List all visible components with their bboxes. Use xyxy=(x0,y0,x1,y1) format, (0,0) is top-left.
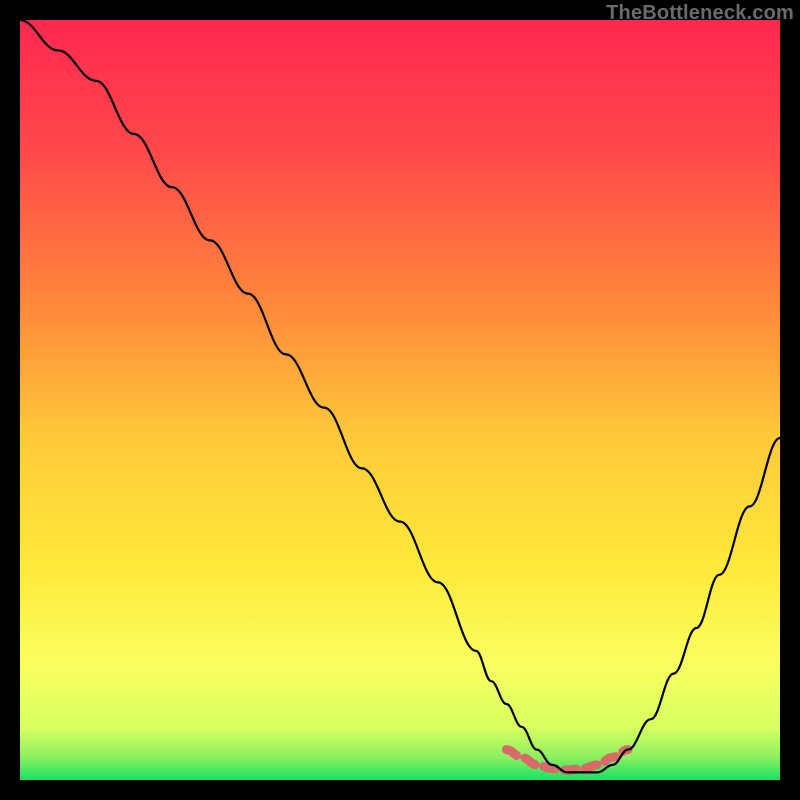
chart-frame xyxy=(20,20,780,780)
chart-canvas xyxy=(20,20,780,780)
watermark-text: TheBottleneck.com xyxy=(606,2,794,25)
